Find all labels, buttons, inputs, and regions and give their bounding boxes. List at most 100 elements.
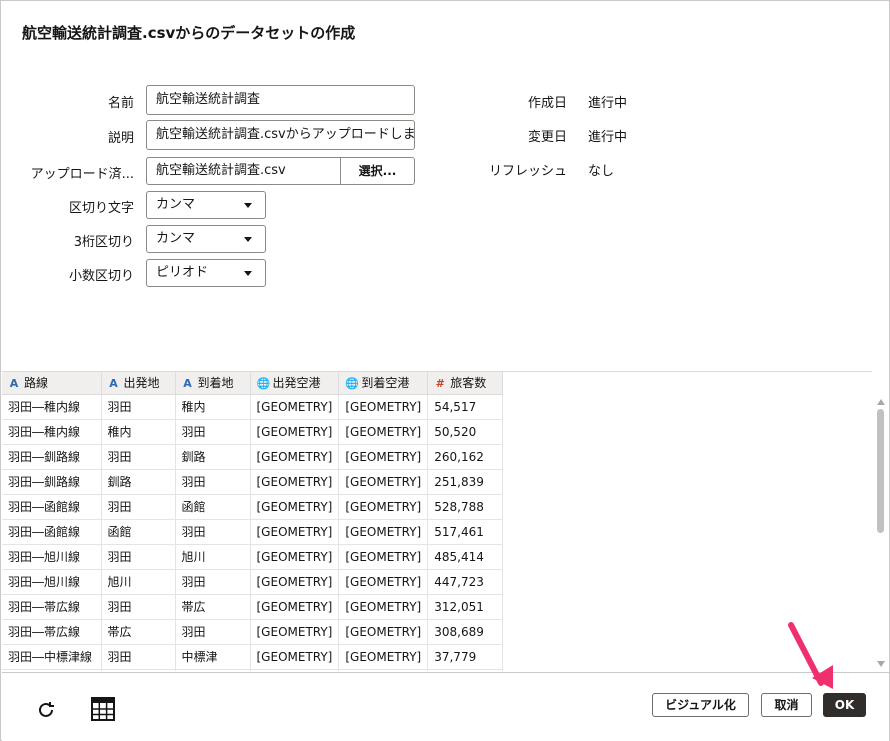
create-dataset-dialog: 航空輸送統計調査.csvからのデータセットの作成 名前 航空輸送統計調査 説明 … <box>0 0 890 741</box>
column-header-label: 出発地 <box>123 376 160 391</box>
table-row[interactable]: 羽田―釧路線 羽田 釧路 [GEOMETRY] [GEOMETRY] 260,162 <box>2 444 504 470</box>
name-label: 名前 <box>107 96 134 111</box>
refresh-icon[interactable] <box>34 698 58 722</box>
table-cell <box>338 669 429 671</box>
table-cell: 羽田―帯広線 <box>2 594 102 620</box>
table-cell: [GEOMETRY] <box>338 519 429 545</box>
scroll-down-icon[interactable] <box>877 661 885 667</box>
table-cell: 羽田 <box>175 569 251 595</box>
dialog-footer: ビジュアル化 取消 OK <box>2 672 889 741</box>
table-cell <box>427 669 504 671</box>
geometry-type-icon: 🌐 <box>256 377 271 391</box>
text-type-icon: A <box>183 377 192 391</box>
table-row[interactable]: 羽田―函館線 羽田 函館 [GEOMETRY] [GEOMETRY] 528,788 <box>2 494 504 520</box>
dialog-title: 航空輸送統計調査.csvからのデータセットの作成 <box>22 24 356 42</box>
table-cell <box>250 669 340 671</box>
name-field[interactable]: 航空輸送統計調査 <box>146 85 415 115</box>
table-cell: [GEOMETRY] <box>338 494 429 520</box>
column-header[interactable]: # 旅客数 <box>427 372 504 395</box>
table-cell: 旭川 <box>101 569 176 595</box>
chevron-down-icon <box>244 271 252 276</box>
table-cell: 釧路 <box>101 469 176 495</box>
table-cell: 308,689 <box>427 619 504 645</box>
decimal-separator-select[interactable]: ピリオド <box>146 259 266 287</box>
table-cell: 羽田―稚内線 <box>2 419 102 445</box>
thousands-separator-label: 3桁区切り <box>73 235 134 250</box>
modified-date-value: 進行中 <box>588 130 628 145</box>
grid-icon[interactable] <box>91 697 115 721</box>
table-row[interactable]: 羽田―函館線 函館 羽田 [GEOMETRY] [GEOMETRY] 517,461 <box>2 519 504 545</box>
table-cell: 羽田―釧路線 <box>2 469 102 495</box>
table-cell: 羽田―稚内線 <box>2 394 102 420</box>
table-cell: 羽田―旭川線 <box>2 569 102 595</box>
table-cell: 羽田 <box>101 444 176 470</box>
table-cell: [GEOMETRY] <box>250 569 340 595</box>
table-cell: [GEOMETRY] <box>250 544 340 570</box>
column-header-label: 到着地 <box>197 376 234 391</box>
table-cell: [GEOMETRY] <box>338 644 429 670</box>
decimal-separator-value: ピリオド <box>156 265 209 280</box>
select-file-button[interactable]: 選択... <box>340 157 415 185</box>
table-cell: [GEOMETRY] <box>338 419 429 445</box>
thousands-separator-select[interactable]: カンマ <box>146 225 266 253</box>
geometry-type-icon: 🌐 <box>345 377 360 391</box>
table-cell: [GEOMETRY] <box>250 644 340 670</box>
column-header[interactable]: 🌐 出発空港 <box>250 372 340 395</box>
table-row[interactable]: 羽田―帯広線 帯広 羽田 [GEOMETRY] [GEOMETRY] 308,689 <box>2 619 504 645</box>
data-preview-grid[interactable]: A 路線 A 出発地 A 到着地 🌐 出発空港 🌐 到着空港 # 旅客数 羽田―稚内線 羽田 稚内 [GEO… <box>2 371 872 671</box>
table-cell: [GEOMETRY] <box>338 394 429 420</box>
modified-date-label: 変更日 <box>527 130 567 145</box>
table-cell: [GEOMETRY] <box>250 594 340 620</box>
visualize-button[interactable]: ビジュアル化 <box>652 693 749 717</box>
table-cell: [GEOMETRY] <box>250 444 340 470</box>
table-cell: 函館 <box>101 519 176 545</box>
table-cell: 中標津 <box>175 644 251 670</box>
data-preview-table: A 路線 A 出発地 A 到着地 🌐 出発空港 🌐 到着空港 # 旅客数 羽田―稚内線 羽田 稚内 [GEO… <box>2 372 504 671</box>
table-row[interactable]: 羽田―稚内線 稚内 羽田 [GEOMETRY] [GEOMETRY] 50,520 <box>2 419 504 445</box>
table-cell: 羽田―帯広線 <box>2 619 102 645</box>
text-type-icon: A <box>9 377 19 391</box>
table-cell: [GEOMETRY] <box>338 569 429 595</box>
table-cell: 447,723 <box>427 569 504 595</box>
table-cell: 羽田 <box>175 619 251 645</box>
delimiter-select[interactable]: カンマ <box>146 191 266 219</box>
table-row[interactable]: 羽田―中標津線 羽田 中標津 [GEOMETRY] [GEOMETRY] 37,779 <box>2 644 504 670</box>
column-header-label: 到着空港 <box>361 376 410 391</box>
table-cell: 羽田―釧路線 <box>2 444 102 470</box>
table-row[interactable]: 羽田―釧路線 釧路 羽田 [GEOMETRY] [GEOMETRY] 251,839 <box>2 469 504 495</box>
vertical-scrollbar[interactable] <box>872 393 889 671</box>
table-cell: 251,839 <box>427 469 504 495</box>
table-row[interactable]: 羽田―旭川線 羽田 旭川 [GEOMETRY] [GEOMETRY] 485,414 <box>2 544 504 570</box>
column-header-label: 路線 <box>24 376 49 391</box>
table-row[interactable] <box>2 669 504 671</box>
table-cell: 羽田 <box>101 544 176 570</box>
table-cell: 帯広 <box>175 594 251 620</box>
chevron-down-icon <box>244 203 252 208</box>
table-cell <box>175 669 251 671</box>
table-cell: 50,520 <box>427 419 504 445</box>
scroll-up-icon[interactable] <box>877 399 885 405</box>
refresh-value: なし <box>588 164 615 179</box>
table-cell: 羽田 <box>175 519 251 545</box>
table-cell: [GEOMETRY] <box>250 519 340 545</box>
table-cell: [GEOMETRY] <box>250 394 340 420</box>
table-row[interactable]: 羽田―帯広線 羽田 帯広 [GEOMETRY] [GEOMETRY] 312,051 <box>2 594 504 620</box>
column-header[interactable]: A 出発地 <box>101 372 176 395</box>
column-header[interactable]: 🌐 到着空港 <box>338 372 429 395</box>
scrollbar-thumb[interactable] <box>877 409 884 533</box>
created-date-label: 作成日 <box>527 96 567 111</box>
delimiter-value: カンマ <box>156 197 196 212</box>
table-cell: [GEOMETRY] <box>338 594 429 620</box>
table-row[interactable]: 羽田―稚内線 羽田 稚内 [GEOMETRY] [GEOMETRY] 54,517 <box>2 394 504 420</box>
table-cell: 羽田―函館線 <box>2 519 102 545</box>
table-row[interactable]: 羽田―旭川線 旭川 羽田 [GEOMETRY] [GEOMETRY] 447,723 <box>2 569 504 595</box>
table-cell: [GEOMETRY] <box>250 469 340 495</box>
table-cell: 羽田 <box>175 469 251 495</box>
column-header[interactable]: A 路線 <box>2 372 102 395</box>
description-field[interactable]: 航空輸送統計調査.csvからアップロードしま <box>146 120 415 150</box>
table-cell: 羽田 <box>101 394 176 420</box>
column-header[interactable]: A 到着地 <box>175 372 251 395</box>
table-cell: 517,461 <box>427 519 504 545</box>
chevron-down-icon <box>244 237 252 242</box>
table-cell <box>2 669 102 671</box>
